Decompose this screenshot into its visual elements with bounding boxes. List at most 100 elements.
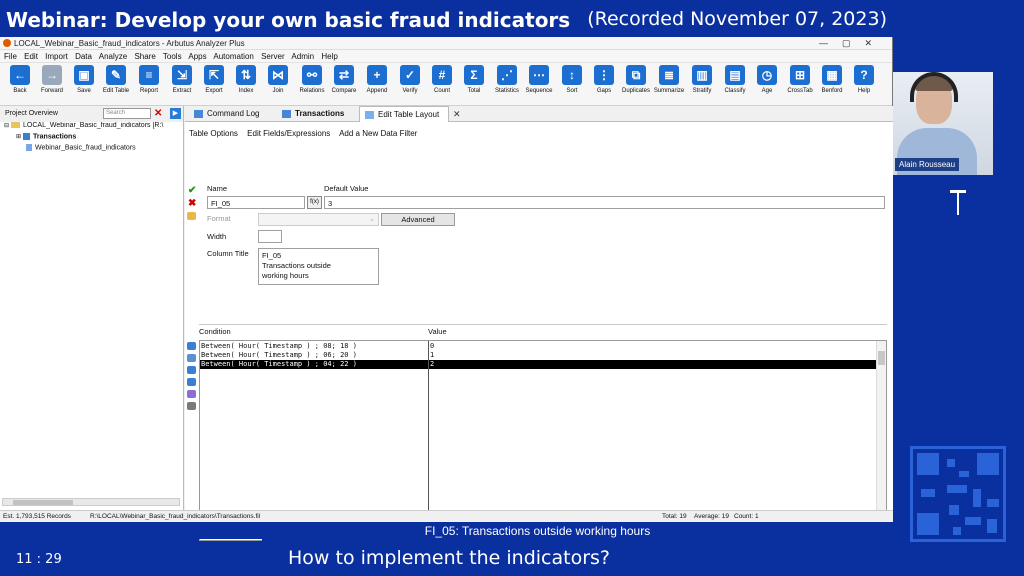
subtab-edit-fields[interactable]: Edit Fields/Expressions	[247, 129, 330, 138]
toolbar-edit-table-button[interactable]: ✎ Edit Table	[100, 65, 132, 105]
toolbar-append-button[interactable]: + Append	[361, 65, 393, 105]
toolbar-sequence-button[interactable]: ⋯ Sequence	[523, 65, 555, 105]
toolbar-relations-button[interactable]: ⚯ Relations	[296, 65, 328, 105]
chevron-down-icon: ⌄	[369, 216, 375, 223]
tab-command-log[interactable]: Command Log	[189, 106, 259, 122]
subtab-add-filter[interactable]: Add a New Data Filter	[339, 129, 417, 138]
toolbar-classify-button[interactable]: ▤ Classify	[719, 65, 751, 105]
accept-icon[interactable]: ✔	[188, 185, 196, 196]
menu-tools[interactable]: Tools	[163, 52, 182, 61]
help-icon: ?	[854, 65, 874, 85]
toolbar-sort-button[interactable]: ↕ Sort	[556, 65, 588, 105]
advanced-button[interactable]: Advanced	[381, 213, 455, 226]
toolbar-join-button[interactable]: ⋈ Join	[262, 65, 294, 105]
menu-share[interactable]: Share	[134, 52, 155, 61]
gaps-icon: ⋮	[594, 65, 614, 85]
toolbar-duplicates-button[interactable]: ⧉ Duplicates	[620, 65, 652, 105]
width-field[interactable]	[258, 230, 282, 243]
back-arrow-icon: ←	[10, 65, 30, 85]
scrollbar-thumb[interactable]	[13, 500, 73, 505]
status-average: Average: 19	[694, 513, 729, 520]
tab-edit-table-layout[interactable]: Edit Table Layout	[359, 106, 449, 122]
toolbar-report-button[interactable]: ≡ Report	[133, 65, 165, 105]
menu-automation[interactable]: Automation	[213, 52, 253, 61]
toolbar-compare-button[interactable]: ⇄ Compare	[328, 65, 360, 105]
name-field[interactable]: FI_05	[207, 196, 305, 209]
menu-server[interactable]: Server	[261, 52, 285, 61]
toolbar-label: Statistics	[494, 88, 519, 94]
horizontal-scrollbar[interactable]	[2, 498, 180, 506]
condition-header: Condition	[199, 327, 231, 336]
condition-row[interactable]: Between( Hour( Timestamp ) ; 06; 20 ) 1	[200, 351, 876, 360]
subtab-table-options[interactable]: Table Options	[189, 129, 238, 138]
move-down-icon[interactable]	[187, 378, 196, 386]
tree-item-script[interactable]: Webinar_Basic_fraud_indicators	[4, 144, 183, 155]
toolbar-stratify-button[interactable]: ▥ Stratify	[686, 65, 718, 105]
tree-item-transactions[interactable]: ⊞ Transactions	[4, 133, 183, 144]
toolbar-benford-button[interactable]: ▦ Benford	[816, 65, 848, 105]
toolbar-label: Total	[467, 88, 481, 94]
condition-row-selected[interactable]: Between( Hour( Timestamp ) ; 04; 22 ) 2	[200, 360, 876, 369]
edit-pencil-icon[interactable]	[187, 212, 196, 220]
toolbar-save-button[interactable]: ▣ Save	[68, 65, 100, 105]
project-overview-header: Project Overview Search ✕ ▶	[0, 106, 183, 122]
toolbar-summarize-button[interactable]: ≣ Summarize	[653, 65, 685, 105]
toolbar-count-button[interactable]: # Count	[426, 65, 458, 105]
menu-import[interactable]: Import	[45, 52, 68, 61]
menu-admin[interactable]: Admin	[291, 52, 314, 61]
move-up-icon[interactable]	[187, 366, 196, 374]
toolbar-extract-button[interactable]: ⇲ Extract	[166, 65, 198, 105]
delete-condition-icon[interactable]	[187, 354, 196, 362]
toolbar-gaps-button[interactable]: ⋮ Gaps	[588, 65, 620, 105]
insert-condition-icon[interactable]	[187, 342, 196, 350]
window-controls[interactable]: —▢✕	[819, 38, 886, 49]
view-tabs: Command Log Transactions Edit Table Layo…	[185, 106, 893, 122]
toolbar-label: Age	[761, 88, 773, 94]
tab-transactions[interactable]: Transactions	[277, 106, 344, 122]
toolbar-statistics-button[interactable]: ⋰ Statistics	[491, 65, 523, 105]
value-header: Value	[428, 327, 447, 336]
toolbar-label: Stratify	[692, 88, 712, 94]
toolbar-total-button[interactable]: Σ Total	[458, 65, 490, 105]
toolbar-label: Sequence	[525, 88, 553, 94]
menu-edit[interactable]: Edit	[24, 52, 38, 61]
column-title-field[interactable]: FI_05 Transactions outside working hours	[258, 248, 379, 285]
toolbar-help-button[interactable]: ? Help	[848, 65, 880, 105]
reject-icon[interactable]: ✖	[188, 198, 196, 209]
toolbar-label: Duplicates	[621, 88, 650, 94]
window-titlebar: LOCAL_Webinar_Basic_fraud_indicators - A…	[0, 37, 892, 50]
menu-analyze[interactable]: Analyze	[99, 52, 127, 61]
menu-apps[interactable]: Apps	[188, 52, 206, 61]
close-tab-icon[interactable]: ✕	[453, 109, 461, 120]
toolbar-label: Forward	[40, 88, 63, 94]
toolbar-export-button[interactable]: ⇱ Export	[198, 65, 230, 105]
scrollbar-thumb[interactable]	[878, 351, 885, 365]
toolbar-age-button[interactable]: ◷ Age	[751, 65, 783, 105]
menu-data[interactable]: Data	[75, 52, 92, 61]
status-total: Total: 19	[662, 513, 687, 520]
toolbar-verify-button[interactable]: ✓ Verify	[394, 65, 426, 105]
width-label: Width	[207, 232, 227, 241]
expression-icon[interactable]	[187, 390, 196, 398]
project-search-input[interactable]: Search	[103, 108, 151, 119]
condition-row[interactable]: Between( Hour( Timestamp ) ; 08; 18 ) 0	[200, 342, 876, 351]
default-value-field[interactable]: 3	[324, 196, 885, 209]
toolbar-forward-button[interactable]: → Forward	[36, 65, 68, 105]
append-icon: +	[367, 65, 387, 85]
run-search-icon[interactable]: ▶	[170, 108, 181, 119]
project-overview-title: Project Overview	[5, 110, 58, 117]
toolbar-index-button[interactable]: ⇅ Index	[230, 65, 262, 105]
toolbar-back-button[interactable]: ← Back	[4, 65, 36, 105]
expression-builder-button[interactable]: f(x)	[307, 196, 322, 209]
toolbar-crosstab-button[interactable]: ⊞ CrossTab	[784, 65, 816, 105]
format-select[interactable]: ⌄	[258, 213, 379, 226]
trash-icon[interactable]	[187, 402, 196, 410]
table-icon	[282, 110, 291, 118]
menu-file[interactable]: File	[4, 52, 17, 61]
menu-help[interactable]: Help	[321, 52, 337, 61]
clear-search-icon[interactable]: ✕	[154, 108, 162, 119]
tree-item-project[interactable]: ⊟ LOCAL_Webinar_Basic_fraud_indicators [R…	[4, 122, 183, 133]
file-path: R:\LOCAL\Webinar_Basic_fraud_indicators\…	[90, 513, 261, 520]
project-overview-panel: Project Overview Search ✕ ▶ ⊟ LOCAL_Webin…	[0, 106, 184, 510]
column-title-label: Column Title	[207, 249, 249, 258]
